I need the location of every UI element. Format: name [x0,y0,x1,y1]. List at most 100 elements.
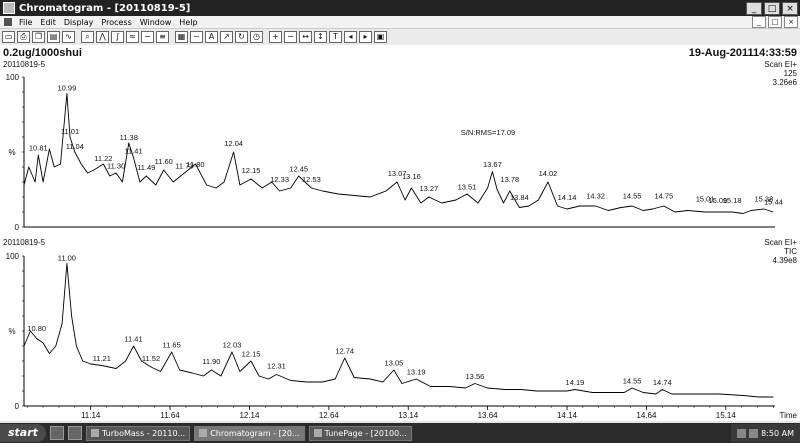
x-tick-label: 11.64 [160,411,180,420]
subtract-icon[interactable]: − [141,31,154,43]
chromatogram-icon [199,429,208,437]
y-tick-label: 100 [6,73,20,82]
doc-close-button[interactable]: × [784,16,798,28]
taskbar: start TurboMass - 20110... Chromatogram … [0,423,800,443]
chromatogram-chart[interactable]: 0.2ug/1000shui 19-Aug-201114:33:59 20110… [0,45,800,421]
list-icon[interactable]: ≡ [156,31,169,43]
peak-label: 14.55 [623,377,642,386]
title-bar: Chromatogram - [20110819-5] _ □ × [0,0,800,16]
chart-icon[interactable]: ∿ [62,31,75,43]
doc-restore-button[interactable]: □ [768,16,782,28]
doc-minimize-button[interactable]: _ [752,16,766,28]
zoom-out-icon[interactable]: − [284,31,297,43]
menu-window[interactable]: Window [136,18,176,27]
close-button[interactable]: × [782,1,798,15]
quick-launch-icon[interactable] [50,426,64,440]
zoom-x-icon[interactable]: ↔ [299,31,312,43]
peak-label: 15.18 [723,196,742,205]
menu-bar: File Edit Display Process Window Help _ … [0,16,800,29]
task-chromatogram[interactable]: Chromatogram - [20... [194,425,305,441]
peak-label: 12.53 [302,175,321,184]
scan-mode: Scan EI+ [764,238,797,247]
x-tick-label: 12.14 [239,411,260,420]
peak-label: 13.05 [385,359,404,368]
right-icon[interactable]: ▸ [359,31,372,43]
peak-label: 11.21 [93,354,111,363]
peak-label: 11.49 [137,163,155,172]
peak-icon[interactable]: ⋀ [96,31,109,43]
peak-label: 14.75 [654,192,673,201]
clock: 8:50 AM [761,428,794,438]
tic-icon[interactable]: T [329,31,342,43]
print-icon[interactable]: ⎙ [17,31,30,43]
left-icon[interactable]: ◂ [344,31,357,43]
volume-icon[interactable] [749,428,759,438]
x-tick-label: 13.14 [398,411,419,420]
fit-icon[interactable]: ▣ [374,31,387,43]
integrate-icon[interactable]: ∫ [111,31,124,43]
peak-label: 11.41 [124,147,142,156]
peak-label: 13.78 [500,175,519,184]
peak-label: 11.00 [58,254,76,263]
peak-label: 10.80 [27,324,46,333]
menu-display[interactable]: Display [60,18,98,27]
peak-label: 11.04 [66,142,84,151]
open-icon[interactable]: ▭ [2,31,15,43]
text-icon[interactable]: A [205,31,218,43]
menu-process[interactable]: Process [97,18,135,27]
x-tick-label: 13.64 [478,411,499,420]
minimize-button[interactable]: _ [746,1,762,15]
peak-label: 11.41 [124,335,142,344]
task-label: TurboMass - 20110... [102,428,186,438]
toolbar: ▭ ⎙ ❐ ▤ ∿ ⌕ ⋀ ∫ ≈ − ≡ ▦ ~ A ↗ ↻ ◷ + − ↔ ↕ T ◂ ▸ ▣ [0,29,800,46]
peak-label: 11.01 [61,127,79,136]
app-icon [3,2,15,14]
peak-label: 11.52 [142,354,160,363]
y-tick-label: 0 [15,223,20,232]
peak-label: 14.19 [566,378,585,387]
y-axis-label: % [8,148,15,157]
zoom-y-icon[interactable]: ↕ [314,31,327,43]
peak-label: 14.02 [539,169,558,178]
maximize-button[interactable]: □ [764,1,780,15]
y-axis-label: % [8,327,15,336]
network-icon[interactable] [737,428,747,438]
menu-edit[interactable]: Edit [36,18,60,27]
task-turbomass[interactable]: TurboMass - 20110... [86,425,191,441]
start-button[interactable]: start [0,424,46,442]
smooth-icon[interactable]: ≈ [126,31,139,43]
window-title: Chromatogram - [20110819-5] [19,2,191,14]
y-tick-label: 0 [15,402,20,411]
peak-label: 13.84 [510,193,529,202]
peak-label: 11.38 [120,133,138,142]
quick-launch-icon[interactable] [68,426,82,440]
menu-help[interactable]: Help [175,18,201,27]
menu-file[interactable]: File [15,18,36,27]
peak-label: 11.60 [155,157,173,166]
arrow-icon[interactable]: ↗ [220,31,233,43]
tunepage-icon [313,429,322,437]
clock-icon[interactable]: ◷ [250,31,263,43]
peak-label: 11.65 [163,341,181,350]
refresh-icon[interactable]: ↻ [235,31,248,43]
report-icon[interactable]: ▦ [175,31,188,43]
acquisition-date: 19-Aug-201114:33:59 [689,47,797,59]
document-icon[interactable] [4,18,12,26]
paste-icon[interactable]: ▤ [47,31,60,43]
zoom-in-icon[interactable]: + [269,31,282,43]
peak-label: 11.30 [107,162,125,171]
task-tunepage[interactable]: TunePage - [20100... [308,425,412,441]
peak-label: 12.31 [267,362,286,371]
task-label: Chromatogram - [20... [210,428,300,438]
x-axis-label: Time [780,411,798,420]
zoom-icon[interactable]: ⌕ [81,31,94,43]
peak-label: 12.45 [289,165,308,174]
peak-label: 12.15 [242,350,261,359]
peak-label: 13.67 [483,160,502,169]
scan-mode: Scan EI+ [764,60,797,69]
peak-label: 10.99 [57,84,76,93]
x-tick-label: 12.64 [319,411,340,420]
copy-icon[interactable]: ❐ [32,31,45,43]
noise-icon[interactable]: ~ [190,31,203,43]
task-label: TunePage - [20100... [324,428,407,438]
